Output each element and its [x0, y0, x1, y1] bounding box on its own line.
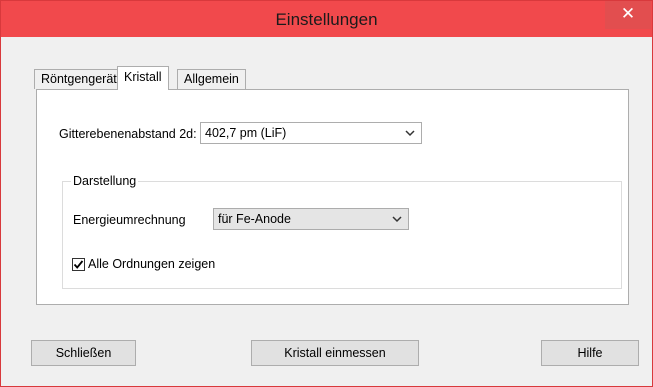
checkmark-icon: [73, 260, 84, 269]
all-orders-checkbox[interactable]: [72, 258, 85, 271]
calibrate-crystal-button[interactable]: Kristall einmessen: [251, 340, 419, 366]
close-window-button[interactable]: ✕: [605, 1, 651, 29]
all-orders-label[interactable]: Alle Ordnungen zeigen: [88, 257, 215, 271]
spacing-label: Gitterebenenabstand 2d:: [59, 127, 197, 141]
settings-dialog: Einstellungen ✕ Röntgengerät Kristall Al…: [0, 0, 653, 387]
chevron-down-icon: [405, 123, 415, 151]
tab-roentgengeraet[interactable]: Röntgengerät: [34, 69, 124, 89]
help-button[interactable]: Hilfe: [541, 340, 639, 366]
window-title: Einstellungen: [275, 10, 378, 29]
dialog-body: Röntgengerät Kristall Allgemein Gittereb…: [9, 37, 644, 380]
spacing-select-value: 402,7 pm (LiF): [205, 126, 287, 140]
title-bar[interactable]: Einstellungen ✕: [1, 1, 652, 37]
close-button[interactable]: Schließen: [31, 340, 136, 366]
chevron-down-icon: [392, 209, 402, 237]
close-icon: ✕: [620, 4, 636, 23]
tab-kristall[interactable]: Kristall: [117, 66, 169, 90]
energy-select-value: für Fe-Anode: [218, 212, 291, 226]
display-groupbox: [62, 181, 622, 289]
spacing-select[interactable]: 402,7 pm (LiF): [200, 122, 422, 144]
energy-select[interactable]: für Fe-Anode: [213, 208, 409, 230]
tab-allgemein[interactable]: Allgemein: [177, 69, 246, 89]
energy-label: Energieumrechnung: [73, 213, 186, 227]
display-group-title: Darstellung: [71, 174, 139, 188]
